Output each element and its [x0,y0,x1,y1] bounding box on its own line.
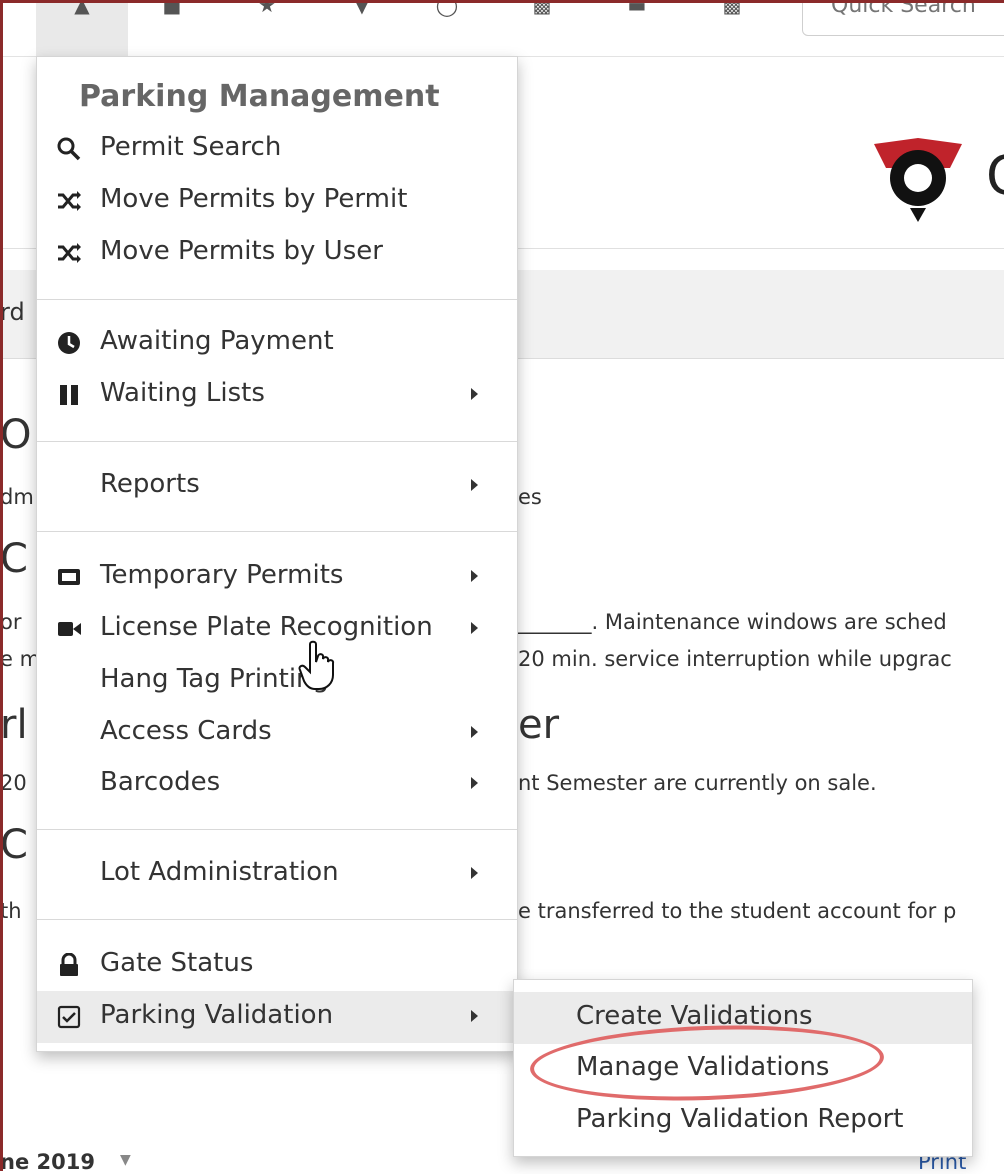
tab-fragment[interactable]: rd [0,298,25,326]
menu-divider [37,919,517,920]
video-camera-icon [58,622,81,636]
section-heading-3-left: rl [0,702,28,748]
pause-icon [60,385,78,405]
clock-icon [58,332,80,354]
parking-management-menu: Parking Management Permit Search Move Pe… [36,56,518,1052]
handshake-icon[interactable]: ▬ [620,0,654,16]
menu-item-label: Permit Search [100,132,282,162]
menu-header: Parking Management [79,79,440,114]
menu-item-label: Waiting Lists [100,378,265,408]
paragraph-4-left: th [0,899,22,923]
menu-item-awaiting-payment[interactable]: Awaiting Payment [37,317,517,369]
caret-right-icon [471,777,478,789]
menu-item-lot-administration[interactable]: Lot Administration [37,848,517,900]
caret-right-icon [471,388,478,400]
caret-right-icon [471,570,478,582]
menu-item-label: Move Permits by Permit [100,184,408,214]
top-toolbar: ▲ ■ ★ ▼ ◯ ▩ ▬ ▩ [0,0,1004,57]
menu-item-permit-search[interactable]: Permit Search [37,123,517,175]
menu-divider [37,441,517,442]
menu-item-label: Reports [100,469,200,499]
caret-right-icon [471,867,478,879]
quick-search-box[interactable] [802,0,1004,36]
section-heading-2: C [0,536,28,582]
paragraph-4-right: e transferred to the student account for… [518,899,957,923]
paragraph-3-right: nt Semester are currently on sale. [518,771,877,795]
paragraph-2b-right: 20 min. service interruption while upgra… [518,647,952,671]
menu-item-access-cards[interactable]: Access Cards [37,707,517,759]
menu-item-move-permits-by-permit[interactable]: Move Permits by Permit [37,175,517,227]
submenu-item-parking-validation-report[interactable]: Parking Validation Report [514,1095,972,1147]
menu-item-gate-status[interactable]: Gate Status [37,939,517,991]
shuffle-icon [58,243,81,263]
binoculars-icon[interactable]: ▩ [525,0,559,16]
building-icon[interactable]: ▩ [715,0,749,16]
lock-icon [60,953,78,976]
menu-item-label: Access Cards [100,716,272,746]
menu-item-waiting-lists[interactable]: Waiting Lists [37,369,517,421]
menu-item-label: Barcodes [100,767,221,797]
menu-item-label: License Plate Recognition [100,612,433,642]
star-icon[interactable]: ★ [250,0,284,16]
menu-item-move-permits-by-user[interactable]: Move Permits by User [37,227,517,279]
paragraph-1-right: es [518,485,542,509]
menu-divider [37,531,517,532]
caret-right-icon [471,726,478,738]
paragraph-2b-left: e m [0,647,41,671]
caret-right-icon [471,622,478,634]
shuffle-icon [58,191,81,211]
home-icon[interactable]: ▲ [65,0,99,16]
menu-item-label: Gate Status [100,948,254,978]
menu-item-parking-validation[interactable]: Parking Validation [37,991,517,1043]
section-heading-4: C [0,822,28,868]
menu-item-label: Move Permits by User [100,236,383,266]
users-icon[interactable]: ■ [155,0,189,16]
clock-icon[interactable]: ◯ [430,0,464,16]
checkbox-icon [57,1005,81,1029]
paragraph-3-left: 20 [0,771,27,795]
section-heading-1: O [0,412,32,458]
caret-right-icon [471,479,478,491]
quick-search-input[interactable] [829,0,1004,23]
paragraph-1-left: dm [0,485,34,509]
section-heading-3-right: er [518,702,560,748]
menu-item-license-plate-recognition[interactable]: License Plate Recognition [37,603,517,655]
menu-item-reports[interactable]: Reports [37,460,517,512]
menu-item-hang-tag-printing[interactable]: Hang Tag Printing [37,655,517,707]
menu-divider [37,299,517,300]
caret-right-icon [471,1010,478,1022]
chevron-down-icon[interactable]: ▼ [120,1152,131,1168]
date-selector[interactable]: ne 2019 [0,1150,95,1174]
pin-icon[interactable]: ▼ [345,0,379,16]
paragraph-2a-right: _______. Maintenance windows are sched [518,610,947,634]
brand-name-fragment: C [986,144,1004,207]
brand-logo-icon [874,138,962,222]
submenu-item-label: Parking Validation Report [576,1104,904,1134]
ticket-icon [58,569,80,585]
menu-item-label: Awaiting Payment [100,326,334,356]
menu-item-label: Lot Administration [100,857,339,887]
menu-item-label: Parking Validation [100,1000,334,1030]
menu-item-label: Temporary Permits [100,560,344,590]
menu-item-barcodes[interactable]: Barcodes [37,758,517,810]
paragraph-2a-left: or [0,610,22,634]
menu-item-label: Hang Tag Printing [100,664,330,694]
search-icon [57,137,81,161]
menu-item-temporary-permits[interactable]: Temporary Permits [37,551,517,603]
menu-divider [37,829,517,830]
hand-pointer-cursor-icon [298,640,335,690]
